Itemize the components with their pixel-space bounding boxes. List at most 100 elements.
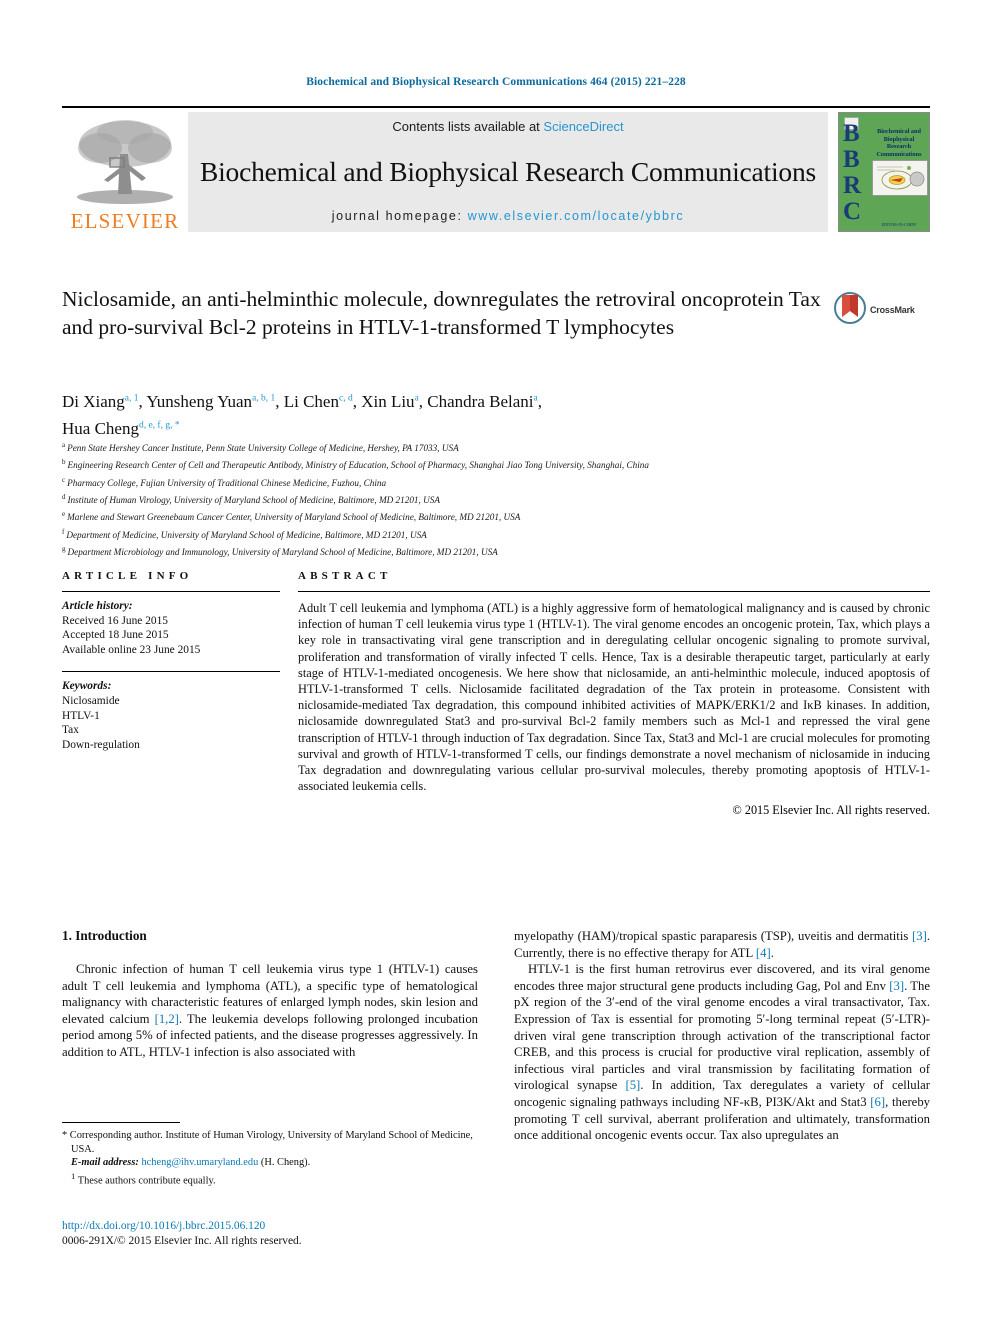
affiliation-item: c Pharmacy College, Fujian University of …	[62, 473, 942, 490]
journal-cover-thumbnail: BBRC Biochemical and Biophysical Research C…	[838, 112, 930, 232]
running-head: Biochemical and Biophysical Research Com…	[306, 76, 686, 88]
email-link[interactable]: hcheng@ihv.umaryland.edu	[141, 1157, 258, 1168]
author-affil-marks: a, 1	[124, 393, 139, 403]
affiliation-item: a Penn State Hershey Cancer Institute, Pe…	[62, 438, 942, 455]
journal-band: Contents lists available at ScienceDirec…	[188, 112, 828, 232]
elsevier-logo: ELSEVIER	[62, 112, 188, 232]
cover-footer-text: EDITOR-IN-CHIEF	[881, 222, 917, 227]
author-name: Xin Liu	[361, 391, 415, 411]
article-info-column: ARTICLE INFO Article history: Received 1…	[62, 570, 280, 818]
intro-text-c: .	[770, 945, 774, 960]
affiliation-text: Marlene and Stewart Greenebaum Cancer Ce…	[67, 512, 521, 523]
author-item: Chandra Belania,	[427, 391, 542, 411]
intro2-text-b: . The pX region of the 3′-end of the vir…	[514, 978, 930, 1093]
affiliation-item: b Engineering Research Center of Cell and…	[62, 455, 942, 472]
footnotes-block: * Corresponding author. Institute of Hum…	[62, 1122, 478, 1188]
author-item: Li Chenc, d,	[283, 391, 362, 411]
footnote-email-line: E-mail address: hcheng@ihv.umaryland.edu…	[62, 1156, 478, 1170]
author-affil-marks: c, d	[338, 393, 353, 403]
body-columns: 1. Introduction Chronic infection of hum…	[62, 928, 930, 1144]
citation-ref-5[interactable]: [5]	[625, 1078, 640, 1092]
affiliation-mark: c	[62, 475, 66, 484]
author-affil-marks: a, b, 1	[252, 393, 276, 403]
body-right-column: myelopathy (HAM)/tropical spastic parapa…	[514, 928, 930, 1144]
doi-copyright-block: http://dx.doi.org/10.1016/j.bbrc.2015.06…	[62, 1219, 562, 1249]
author-affil-marks: a	[533, 393, 538, 403]
keyword-item: Niclosamide	[62, 694, 120, 707]
keyword-item: Tax	[62, 724, 79, 737]
author-name: Chandra Belani	[427, 391, 534, 411]
author-affil-marks: d, e, f, g, *	[138, 420, 180, 431]
footnote-mark-1: 1	[71, 1170, 76, 1181]
body-left-column: 1. Introduction Chronic infection of hum…	[62, 928, 478, 1144]
info-abstract-section: ARTICLE INFO Article history: Received 1…	[62, 570, 930, 818]
corresponding-author-text: * Corresponding author. Institute of Hum…	[62, 1130, 473, 1155]
citation-ref-6[interactable]: [6]	[870, 1095, 885, 1109]
cover-journal-title: Biochemical and Biophysical Research Commun…	[876, 128, 922, 158]
abstract-copyright: © 2015 Elsevier Inc. All rights reserved…	[732, 803, 930, 818]
citation-ref-4[interactable]: [4]	[756, 946, 771, 960]
author-item: Yunsheng Yuana, b, 1,	[146, 391, 284, 411]
author-name: Di Xiang	[62, 391, 125, 411]
author-affil-marks: a	[414, 393, 419, 403]
paper-page: Biochemical and Biophysical Research Com…	[0, 0, 992, 1323]
article-history-label: Article history:	[62, 600, 133, 612]
history-available-online: Available online 23 June 2015	[62, 643, 201, 656]
article-info-heading: ARTICLE INFO	[62, 570, 193, 582]
affiliation-text: Engineering Research Center of Cell and …	[67, 460, 649, 471]
citation-ref-1-2[interactable]: [1,2]	[155, 1012, 179, 1026]
author-item: Hua Chengd, e, f, g, *	[62, 419, 180, 438]
affiliation-mark: e	[62, 510, 66, 519]
affiliation-item: d Institute of Human Virology, University…	[62, 490, 942, 507]
equal-contribution-text: These authors contribute equally.	[77, 1175, 216, 1187]
affiliation-text: Institute of Human Virology, University …	[67, 495, 440, 506]
history-accepted: Accepted 18 June 2015	[62, 629, 169, 642]
intro-paragraph-1: Chronic infection of human T cell leukem…	[62, 961, 478, 1061]
affiliation-mark: g	[62, 545, 66, 554]
abstract-column: ABSTRACT Adult T cell leukemia and lymph…	[298, 570, 930, 818]
homepage-prefix: journal homepage:	[331, 209, 468, 223]
sciencedirect-link[interactable]: ScienceDirect	[543, 119, 623, 134]
email-suffix: (H. Cheng).	[260, 1157, 311, 1169]
elsevier-wordmark: ELSEVIER	[70, 209, 180, 233]
intro-text-a: myelopathy (HAM)/tropical spastic parapa…	[514, 929, 913, 943]
affiliation-item: e Marlene and Stewart Greenebaum Cancer C…	[62, 507, 942, 524]
history-received: Received 16 June 2015	[62, 614, 168, 627]
affiliation-text: Department Microbiology and Immunology, …	[67, 547, 498, 558]
intro-paragraph-2: HTLV-1 is the first human retrovirus eve…	[514, 961, 930, 1144]
journal-masthead: ELSEVIER Contents lists available at Sci…	[62, 106, 930, 234]
affiliation-mark: a	[62, 441, 66, 449]
affiliation-list: a Penn State Hershey Cancer Institute, Pe…	[62, 438, 942, 560]
abstract-heading: ABSTRACT	[298, 570, 392, 582]
keywords-block: Keywords: Niclosamide HTLV-1 Tax Down-re…	[62, 672, 280, 752]
citation-ref-3b[interactable]: [3]	[889, 979, 904, 993]
keyword-item: Down-regulation	[62, 738, 140, 751]
footnote-corresponding-author: * Corresponding author. Institute of Hum…	[62, 1129, 478, 1188]
journal-title: Biochemical and Biophysical Research Com…	[199, 155, 817, 187]
journal-homepage-line: journal homepage: www.elsevier.com/locat…	[332, 209, 684, 223]
author-list: Di Xianga, 1, Yunsheng Yuana, b, 1, Li C…	[62, 386, 862, 441]
author-item: Xin Liua,	[361, 391, 428, 411]
issn-copyright: 0006-291X/© 2015 Elsevier Inc. All right…	[62, 1235, 302, 1247]
page-title: Niclosamide, an anti-helminthic molecule…	[62, 287, 821, 339]
intro2-text-a: HTLV-1 is the first human retrovirus eve…	[514, 962, 930, 993]
homepage-url-link[interactable]: www.elsevier.com/locate/ybbrc	[468, 209, 685, 223]
article-history-block: Article history: Received 16 June 2015 A…	[62, 592, 280, 657]
abstract-text: Adult T cell leukemia and lymphoma (ATL)…	[298, 601, 930, 794]
crossmark-label: CrossMark	[870, 305, 915, 315]
contents-list-line: Contents lists available at ScienceDirec…	[392, 119, 623, 134]
cover-artwork-icon	[872, 160, 928, 196]
affiliation-text: Department of Medicine, University of Ma…	[66, 529, 427, 540]
author-name: Li Chen	[283, 391, 339, 411]
keyword-item: HTLV-1	[62, 709, 100, 722]
affiliation-mark: f	[62, 527, 65, 536]
email-label: E-mail address:	[71, 1157, 139, 1169]
author-item: Di Xianga, 1,	[62, 391, 147, 411]
footnote-divider	[62, 1122, 180, 1123]
doi-link[interactable]: http://dx.doi.org/10.1016/j.bbrc.2015.06…	[62, 1219, 562, 1234]
affiliation-item: f Department of Medicine, University of M…	[62, 525, 942, 542]
citation-ref-3[interactable]: [3]	[912, 929, 927, 943]
crossmark-badge[interactable]: CrossMark	[834, 291, 930, 327]
contents-prefix: Contents lists available at	[392, 119, 544, 134]
footnote-equal-contribution: 1 These authors contribute equally.	[62, 1170, 478, 1188]
